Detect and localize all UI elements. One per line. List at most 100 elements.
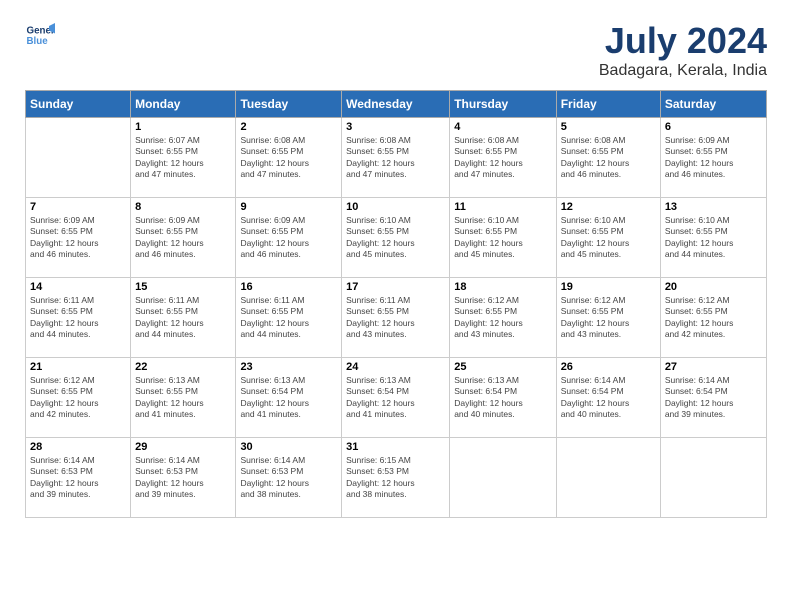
day-number: 6 xyxy=(665,121,762,133)
day-info: Sunrise: 6:11 AMSunset: 6:55 PMDaylight:… xyxy=(346,295,445,341)
calendar-header-thursday: Thursday xyxy=(450,91,556,118)
day-info: Sunrise: 6:09 AMSunset: 6:55 PMDaylight:… xyxy=(30,215,126,261)
calendar-cell: 22 Sunrise: 6:13 AMSunset: 6:55 PMDayligh… xyxy=(131,358,236,438)
calendar-week-1: 1 Sunrise: 6:07 AMSunset: 6:55 PMDaylight… xyxy=(26,118,767,198)
calendar-cell: 15Sunrise: 6:11 AMSunset: 6:55 PMDayligh… xyxy=(131,278,236,358)
day-number: 24 xyxy=(346,361,445,373)
calendar-cell: 3 Sunrise: 6:08 AMSunset: 6:55 PMDaylight… xyxy=(342,118,450,198)
calendar-cell xyxy=(556,438,660,518)
svg-text:Blue: Blue xyxy=(27,36,49,47)
day-info: Sunrise: 6:08 AMSunset: 6:55 PMDaylight:… xyxy=(240,135,337,181)
day-info: Sunrise: 6:14 AMSunset: 6:53 PMDaylight:… xyxy=(135,455,231,501)
day-number: 5 xyxy=(561,121,656,133)
calendar-cell: 21Sunrise: 6:12 AMSunset: 6:55 PMDayligh… xyxy=(26,358,131,438)
calendar-header-friday: Friday xyxy=(556,91,660,118)
calendar-cell: 9 Sunrise: 6:09 AMSunset: 6:55 PMDaylight… xyxy=(236,198,342,278)
day-info: Sunrise: 6:08 AMSunset: 6:55 PMDaylight:… xyxy=(454,135,551,181)
day-number: 14 xyxy=(30,281,126,293)
day-number: 8 xyxy=(135,201,231,213)
day-number: 3 xyxy=(346,121,445,133)
day-number: 16 xyxy=(240,281,337,293)
day-info: Sunrise: 6:11 AMSunset: 6:55 PMDaylight:… xyxy=(135,295,231,341)
day-number: 31 xyxy=(346,441,445,453)
day-info: Sunrise: 6:11 AMSunset: 6:55 PMDaylight:… xyxy=(240,295,337,341)
day-info: Sunrise: 6:09 AMSunset: 6:55 PMDaylight:… xyxy=(665,135,762,181)
day-info: Sunrise: 6:09 AMSunset: 6:55 PMDaylight:… xyxy=(135,215,231,261)
calendar-week-5: 28 Sunrise: 6:14 AMSunset: 6:53 PMDayligh… xyxy=(26,438,767,518)
day-info: Sunrise: 6:13 AMSunset: 6:54 PMDaylight:… xyxy=(454,375,551,421)
day-info: Sunrise: 6:12 AMSunset: 6:55 PMDaylight:… xyxy=(30,375,126,421)
day-number: 9 xyxy=(240,201,337,213)
day-number: 18 xyxy=(454,281,551,293)
logo-icon: General Blue xyxy=(25,20,55,50)
day-number: 1 xyxy=(135,121,231,133)
day-info: Sunrise: 6:08 AMSunset: 6:55 PMDaylight:… xyxy=(346,135,445,181)
calendar-cell: 23Sunrise: 6:13 AMSunset: 6:54 PMDayligh… xyxy=(236,358,342,438)
day-info: Sunrise: 6:07 AMSunset: 6:55 PMDaylight:… xyxy=(135,135,231,181)
day-number: 23 xyxy=(240,361,337,373)
day-info: Sunrise: 6:10 AMSunset: 6:55 PMDaylight:… xyxy=(346,215,445,261)
page: General Blue July 2024 Badagara, Kerala,… xyxy=(0,0,792,538)
logo: General Blue xyxy=(25,20,59,50)
calendar-cell: 20Sunrise: 6:12 AMSunset: 6:55 PMDayligh… xyxy=(660,278,766,358)
day-info: Sunrise: 6:14 AMSunset: 6:53 PMDaylight:… xyxy=(240,455,337,501)
calendar-cell: 2 Sunrise: 6:08 AMSunset: 6:55 PMDaylight… xyxy=(236,118,342,198)
day-info: Sunrise: 6:10 AMSunset: 6:55 PMDaylight:… xyxy=(665,215,762,261)
calendar-cell: 6 Sunrise: 6:09 AMSunset: 6:55 PMDaylight… xyxy=(660,118,766,198)
calendar-cell: 27Sunrise: 6:14 AMSunset: 6:54 PMDayligh… xyxy=(660,358,766,438)
calendar-header-sunday: Sunday xyxy=(26,91,131,118)
month-title: July 2024 xyxy=(599,20,767,62)
calendar-cell: 16 Sunrise: 6:11 AMSunset: 6:55 PMDayligh… xyxy=(236,278,342,358)
day-info: Sunrise: 6:09 AMSunset: 6:55 PMDaylight:… xyxy=(240,215,337,261)
day-number: 22 xyxy=(135,361,231,373)
day-number: 4 xyxy=(454,121,551,133)
day-number: 28 xyxy=(30,441,126,453)
day-number: 13 xyxy=(665,201,762,213)
day-number: 7 xyxy=(30,201,126,213)
day-info: Sunrise: 6:12 AMSunset: 6:55 PMDaylight:… xyxy=(561,295,656,341)
calendar-cell: 5 Sunrise: 6:08 AMSunset: 6:55 PMDaylight… xyxy=(556,118,660,198)
day-info: Sunrise: 6:14 AMSunset: 6:53 PMDaylight:… xyxy=(30,455,126,501)
calendar-cell: 13 Sunrise: 6:10 AMSunset: 6:55 PMDayligh… xyxy=(660,198,766,278)
calendar-cell: 18 Sunrise: 6:12 AMSunset: 6:55 PMDayligh… xyxy=(450,278,556,358)
calendar-cell: 1 Sunrise: 6:07 AMSunset: 6:55 PMDaylight… xyxy=(131,118,236,198)
day-number: 30 xyxy=(240,441,337,453)
day-number: 2 xyxy=(240,121,337,133)
location-title: Badagara, Kerala, India xyxy=(599,62,767,80)
calendar-table: SundayMondayTuesdayWednesdayThursdayFrid… xyxy=(25,90,767,518)
calendar-week-4: 21Sunrise: 6:12 AMSunset: 6:55 PMDayligh… xyxy=(26,358,767,438)
day-info: Sunrise: 6:13 AMSunset: 6:55 PMDaylight:… xyxy=(135,375,231,421)
calendar-cell: 30 Sunrise: 6:14 AMSunset: 6:53 PMDayligh… xyxy=(236,438,342,518)
calendar-cell: 10Sunrise: 6:10 AMSunset: 6:55 PMDayligh… xyxy=(342,198,450,278)
day-info: Sunrise: 6:13 AMSunset: 6:54 PMDaylight:… xyxy=(346,375,445,421)
calendar-week-2: 7 Sunrise: 6:09 AMSunset: 6:55 PMDaylight… xyxy=(26,198,767,278)
day-info: Sunrise: 6:12 AMSunset: 6:55 PMDaylight:… xyxy=(665,295,762,341)
day-number: 19 xyxy=(561,281,656,293)
day-number: 25 xyxy=(454,361,551,373)
day-info: Sunrise: 6:14 AMSunset: 6:54 PMDaylight:… xyxy=(561,375,656,421)
calendar-week-3: 14 Sunrise: 6:11 AMSunset: 6:55 PMDayligh… xyxy=(26,278,767,358)
calendar-cell xyxy=(450,438,556,518)
calendar-cell: 25 Sunrise: 6:13 AMSunset: 6:54 PMDayligh… xyxy=(450,358,556,438)
day-number: 29 xyxy=(135,441,231,453)
calendar-cell: 14 Sunrise: 6:11 AMSunset: 6:55 PMDayligh… xyxy=(26,278,131,358)
day-info: Sunrise: 6:12 AMSunset: 6:55 PMDaylight:… xyxy=(454,295,551,341)
calendar-cell: 12Sunrise: 6:10 AMSunset: 6:55 PMDayligh… xyxy=(556,198,660,278)
calendar-header-wednesday: Wednesday xyxy=(342,91,450,118)
calendar-header-row: SundayMondayTuesdayWednesdayThursdayFrid… xyxy=(26,91,767,118)
calendar-header-monday: Monday xyxy=(131,91,236,118)
calendar-cell: 7 Sunrise: 6:09 AMSunset: 6:55 PMDaylight… xyxy=(26,198,131,278)
day-info: Sunrise: 6:08 AMSunset: 6:55 PMDaylight:… xyxy=(561,135,656,181)
header: General Blue July 2024 Badagara, Kerala,… xyxy=(25,20,767,80)
calendar-cell: 8 Sunrise: 6:09 AMSunset: 6:55 PMDaylight… xyxy=(131,198,236,278)
day-info: Sunrise: 6:14 AMSunset: 6:54 PMDaylight:… xyxy=(665,375,762,421)
calendar-cell: 17Sunrise: 6:11 AMSunset: 6:55 PMDayligh… xyxy=(342,278,450,358)
day-info: Sunrise: 6:11 AMSunset: 6:55 PMDaylight:… xyxy=(30,295,126,341)
day-number: 11 xyxy=(454,201,551,213)
calendar-cell: 4 Sunrise: 6:08 AMSunset: 6:55 PMDaylight… xyxy=(450,118,556,198)
calendar-header-tuesday: Tuesday xyxy=(236,91,342,118)
calendar-cell: 26 Sunrise: 6:14 AMSunset: 6:54 PMDayligh… xyxy=(556,358,660,438)
calendar-cell: 11 Sunrise: 6:10 AMSunset: 6:55 PMDayligh… xyxy=(450,198,556,278)
day-info: Sunrise: 6:10 AMSunset: 6:55 PMDaylight:… xyxy=(454,215,551,261)
day-number: 26 xyxy=(561,361,656,373)
